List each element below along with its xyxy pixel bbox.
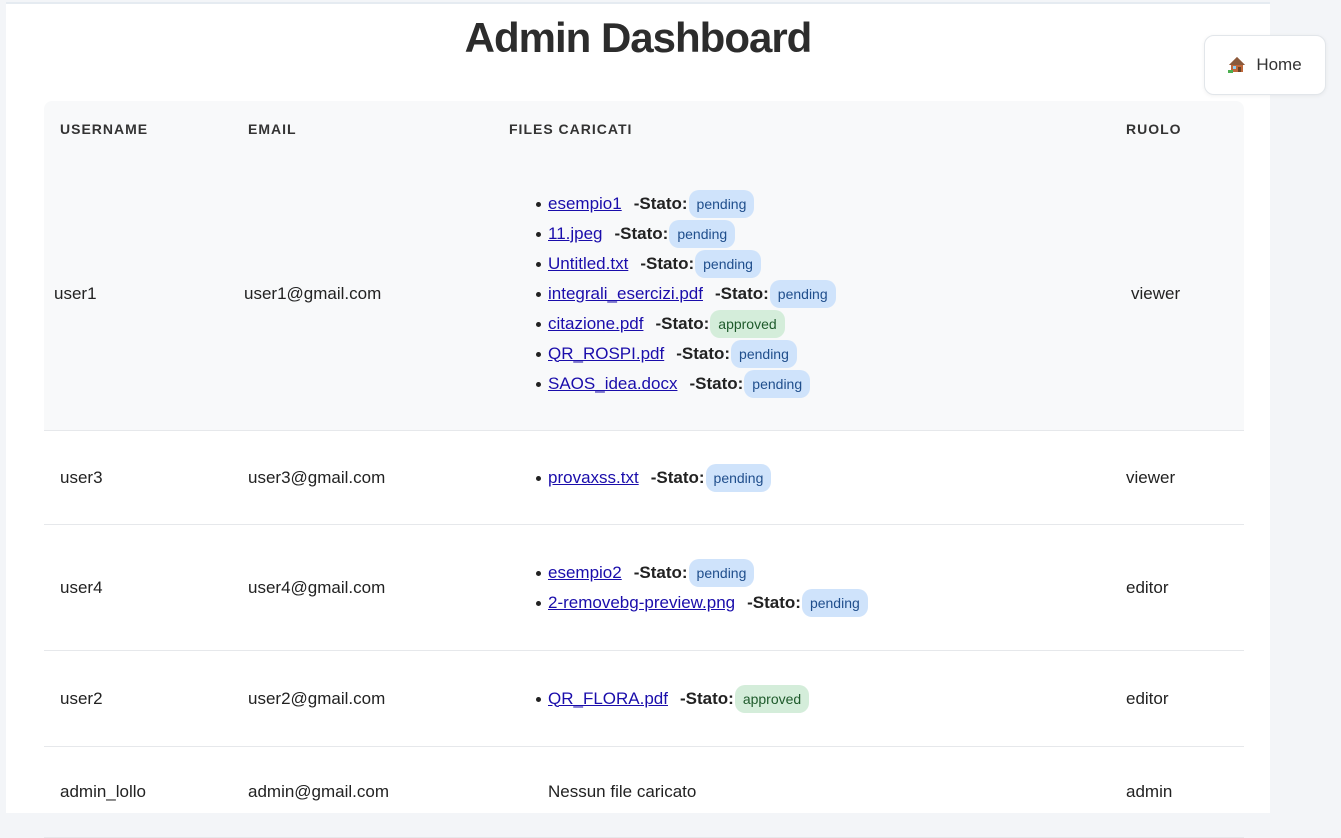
files-cell: QR_FLORA.pdf -Stato: approved [534, 651, 810, 746]
no-files-text: Nessun file caricato [548, 782, 697, 801]
username-cell: user1 [54, 283, 97, 303]
file-list: QR_FLORA.pdf -Stato: approved [534, 684, 810, 714]
status-badge: pending [688, 558, 755, 587]
status-label: -Stato: [633, 562, 688, 582]
role-cell: admin [1126, 782, 1173, 801]
status-badge: approved [734, 684, 810, 713]
header-username: USERNAME [60, 121, 149, 137]
files-cell: esempio2 -Stato: pending 2-removebg-preview… [534, 525, 868, 650]
file-item: 2-removebg-preview.png -Stato: pending [536, 588, 868, 618]
status-badge: pending [731, 339, 797, 368]
status-badge: pending [695, 249, 761, 278]
file-link[interactable]: integrali_esercizi.pdf [548, 284, 703, 304]
role-cell: editor [1126, 577, 1169, 597]
file-link[interactable]: QR_ROSPI.pdf [548, 344, 664, 364]
status-badge: pending [669, 219, 736, 248]
status-badge: pending [744, 369, 811, 398]
header-role: RUOLO [1126, 121, 1182, 137]
users-table: USERNAME EMAIL FILES CARICATI RUOLO user… [44, 101, 1244, 838]
file-list: esempio2 -Stato: pending 2-removebg-preview… [534, 558, 868, 618]
status-badge: approved [710, 309, 785, 338]
file-link[interactable]: 2-removebg-preview.png [548, 593, 735, 613]
file-item: esempio1 -Stato: pending [536, 189, 836, 219]
table-row: user3 user3@gmail.com provaxss.txt -Stato: p… [44, 431, 1244, 525]
role-cell: editor [1126, 688, 1169, 708]
status-label: -Stato: [747, 592, 801, 612]
files-cell: provaxss.txt -Stato: pending [534, 431, 772, 524]
status-label: -Stato: [689, 373, 744, 393]
role-cell: viewer [1131, 283, 1181, 303]
status-badge: pending [769, 279, 836, 308]
table-header: USERNAME EMAIL FILES CARICATI RUOLO [44, 101, 1244, 157]
page-title: Admin Dashboard [464, 14, 813, 61]
role-cell: viewer [1126, 467, 1176, 487]
file-link[interactable]: Untitled.txt [548, 254, 628, 274]
status-badge: pending [688, 189, 755, 218]
status-label: -Stato: [640, 253, 695, 273]
file-link[interactable]: 11.jpeg [548, 224, 603, 244]
email-cell: user1@gmail.com [244, 283, 382, 303]
table-row: user2 user2@gmail.com QR_FLORA.pdf -Stato: a… [44, 651, 1244, 747]
status-badge: pending [705, 463, 772, 492]
status-label: -Stato: [676, 343, 731, 363]
status-label: -Stato: [650, 467, 705, 487]
files-cell: esempio1 -Stato: pending 11.jpeg -Stato: pend… [534, 157, 836, 430]
email-cell: admin@gmail.com [248, 782, 390, 801]
status-label: -Stato: [655, 313, 710, 333]
files-cell: Nessun file caricato [534, 747, 696, 837]
status-badge: pending [801, 588, 868, 617]
table-row: user1 user1@gmail.com esempio1 -Stato: pendi… [44, 157, 1244, 431]
username-cell: user3 [60, 467, 103, 487]
header-files: FILES CARICATI [509, 121, 633, 137]
file-link[interactable]: esempio2 [548, 563, 622, 583]
file-list: provaxss.txt -Stato: pending [534, 463, 772, 493]
file-item: citazione.pdf -Stato: approved [536, 309, 836, 339]
file-item: SAOS_idea.docx -Stato: pending [536, 369, 836, 399]
home-button[interactable]: Home [1204, 35, 1326, 95]
table-row: user4 user4@gmail.com esempio2 -Stato: pendi… [44, 525, 1244, 651]
file-link[interactable]: QR_FLORA.pdf [548, 689, 668, 709]
username-cell: user2 [60, 688, 103, 708]
status-label: -Stato: [633, 193, 688, 213]
file-item: integrali_esercizi.pdf -Stato: pending [536, 279, 836, 309]
table-row: admin_lollo admin@gmail.com Nessun file ca… [44, 747, 1244, 838]
file-item: 11.jpeg -Stato: pending [536, 219, 836, 249]
status-label: -Stato: [680, 688, 734, 708]
table-body: user1 user1@gmail.com esempio1 -Stato: pendi… [44, 157, 1244, 838]
file-link[interactable]: esempio1 [548, 194, 622, 214]
file-item: QR_ROSPI.pdf -Stato: pending [536, 339, 836, 369]
file-link[interactable]: provaxss.txt [548, 468, 639, 488]
house-icon [1228, 56, 1246, 74]
admin-page: Admin Dashboard USERNAME EMAIL FILES CAR… [6, 2, 1270, 838]
header-email: EMAIL [248, 121, 297, 137]
home-label: Home [1256, 55, 1302, 74]
file-item: Untitled.txt -Stato: pending [536, 249, 836, 279]
username-cell: user4 [60, 577, 103, 597]
file-item: esempio2 -Stato: pending [536, 558, 868, 588]
email-cell: user2@gmail.com [248, 688, 386, 708]
email-cell: user4@gmail.com [248, 577, 386, 597]
file-list: esempio1 -Stato: pending 11.jpeg -Stato: pend… [534, 189, 836, 399]
file-link[interactable]: SAOS_idea.docx [548, 374, 677, 394]
file-item: provaxss.txt -Stato: pending [535, 463, 772, 493]
file-link[interactable]: citazione.pdf [548, 314, 643, 334]
status-label: -Stato: [614, 223, 669, 243]
email-cell: user3@gmail.com [248, 467, 386, 487]
status-label: -Stato: [714, 283, 769, 303]
username-cell: admin_lollo [60, 782, 146, 801]
file-item: QR_FLORA.pdf -Stato: approved [535, 684, 810, 714]
